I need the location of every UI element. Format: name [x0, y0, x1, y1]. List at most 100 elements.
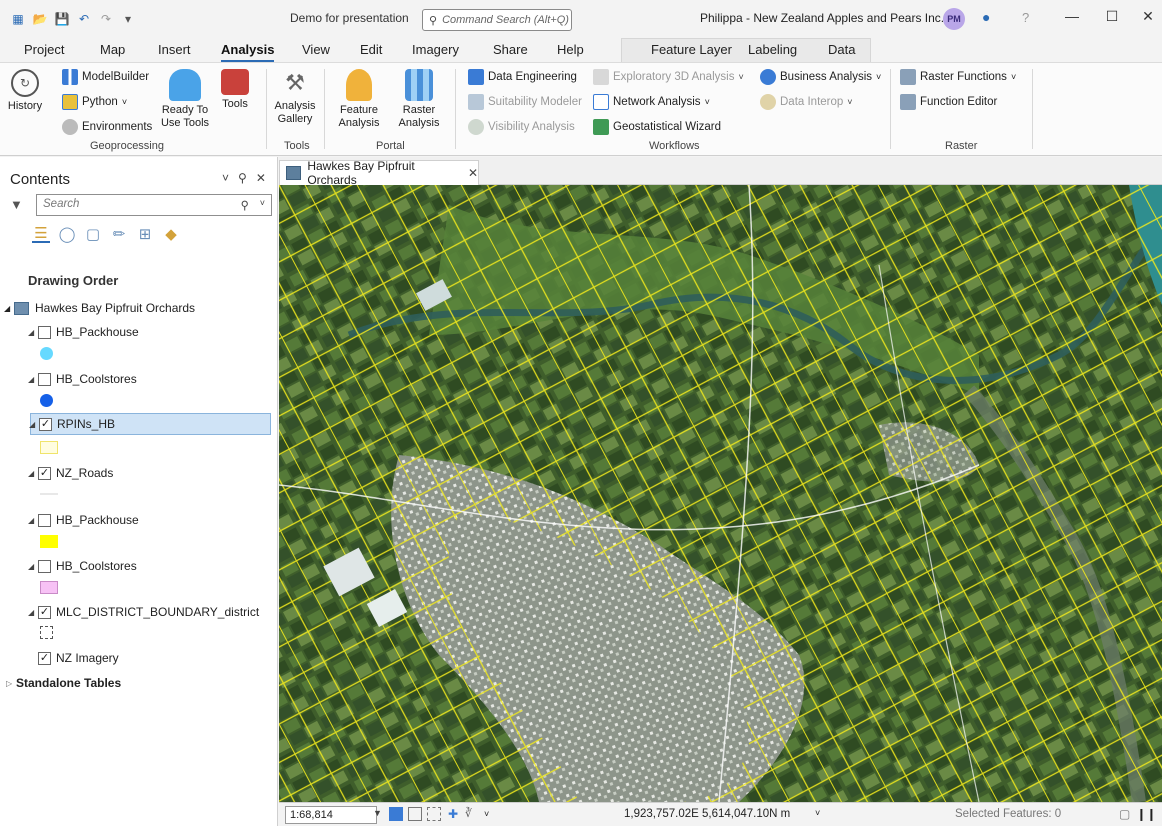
collapse-icon[interactable]: ◢	[28, 562, 38, 571]
raster-functions-button[interactable]: Raster Functions ˅	[900, 69, 1016, 85]
collapse-icon[interactable]: ◢	[28, 469, 38, 478]
point-symbol[interactable]	[40, 347, 53, 360]
collapse-icon[interactable]: ◢	[4, 304, 14, 313]
tab-imagery[interactable]: Imagery	[412, 42, 459, 62]
selected-features-count[interactable]: Selected Features: 0	[955, 808, 1061, 820]
visibility-analysis-button[interactable]: Visibility Analysis	[468, 119, 575, 135]
list-by-snapping-icon[interactable]: ⊞	[136, 225, 154, 243]
layer-row[interactable]: ◢ HB_Packhouse	[0, 509, 277, 531]
boundary-symbol[interactable]	[40, 626, 53, 639]
polygon-symbol[interactable]	[40, 581, 58, 594]
polygon-symbol[interactable]	[40, 535, 58, 548]
tab-edit[interactable]: Edit	[360, 42, 382, 62]
polygon-symbol[interactable]	[40, 441, 58, 454]
command-search-input[interactable]: ⚲ Command Search (Alt+Q)	[422, 9, 572, 31]
map-view[interactable]	[279, 185, 1162, 802]
collapse-icon[interactable]: ◢	[28, 328, 38, 337]
layer-row[interactable]: ◢ HB_Coolstores	[0, 555, 277, 577]
collapse-icon[interactable]: ◢	[28, 375, 38, 384]
network-analysis-button[interactable]: Network Analysis ˅	[593, 94, 710, 110]
tab-analysis[interactable]: Analysis	[221, 42, 275, 62]
new-project-icon[interactable]: ▦	[10, 11, 26, 27]
layer-visibility-checkbox[interactable]: ✓	[38, 651, 51, 665]
crosshair-icon[interactable]: ✚	[446, 807, 460, 821]
list-by-drawing-order-icon[interactable]: ☰	[32, 225, 50, 243]
tab-data[interactable]: Data	[828, 42, 855, 62]
help-button[interactable]: ?	[1022, 10, 1029, 25]
modelbuilder-button[interactable]: ModelBuilder	[62, 69, 149, 85]
layer-row[interactable]: ◢ ✓ MLC_DISTRICT_BOUNDARY_district	[0, 601, 277, 623]
collapse-icon[interactable]: ◢	[28, 516, 38, 525]
layer-row[interactable]: ◢ HB_Packhouse	[0, 321, 277, 343]
list-by-source-icon[interactable]: ◯	[58, 225, 76, 243]
customize-qat-icon[interactable]: ▾	[120, 11, 136, 27]
list-by-labeling-icon[interactable]: ◆	[162, 225, 180, 243]
business-analysis-button[interactable]: Business Analysis ˅	[760, 69, 881, 85]
grid-icon[interactable]	[408, 807, 422, 821]
ready-to-use-tools-button[interactable]: Ready To Use Tools	[160, 69, 210, 129]
close-window-button[interactable]: ✕	[1138, 8, 1158, 25]
chevron-down-icon[interactable]: ˅	[815, 808, 820, 818]
tab-project[interactable]: Project	[24, 42, 64, 62]
pin-icon[interactable]: ⚲	[238, 171, 247, 185]
layer-row[interactable]: ◢ HB_Coolstores	[0, 368, 277, 390]
exploratory-3d-button[interactable]: Exploratory 3D Analysis ˅	[593, 69, 744, 85]
contents-search-input[interactable]: Search ⚲ ˅	[36, 194, 272, 216]
satellite-map[interactable]	[279, 185, 1162, 802]
raster-analysis-button[interactable]: Raster Analysis	[392, 69, 446, 129]
data-engineering-button[interactable]: Data Engineering	[468, 69, 577, 85]
notification-icon[interactable]: ●	[982, 9, 990, 25]
layer-visibility-checkbox[interactable]	[38, 372, 51, 386]
constraints-icon[interactable]: ∛	[465, 807, 479, 821]
tab-share[interactable]: Share	[493, 42, 528, 62]
pane-options-icon[interactable]: ˅	[222, 171, 229, 185]
list-by-selection-icon[interactable]: ▢	[84, 225, 102, 243]
close-pane-icon[interactable]: ✕	[256, 171, 266, 185]
avatar[interactable]: PM	[943, 8, 965, 30]
tab-labeling[interactable]: Labeling	[748, 42, 797, 62]
python-button[interactable]: Python ˅	[62, 94, 127, 110]
point-symbol[interactable]	[40, 394, 53, 407]
fixed-zoom-icon[interactable]	[389, 807, 403, 821]
save-project-icon[interactable]: 💾	[54, 11, 70, 27]
refresh-icon[interactable]: ▢	[1119, 807, 1130, 821]
snapping-icon[interactable]	[427, 807, 441, 821]
line-symbol[interactable]	[40, 493, 58, 495]
map-root-item[interactable]: ◢ Hawkes Bay Pipfruit Orchards	[0, 297, 277, 319]
layer-visibility-checkbox[interactable]: ✓	[38, 605, 51, 619]
layer-row-selected[interactable]: ◢ ✓ RPINs_HB	[29, 413, 271, 435]
tab-insert[interactable]: Insert	[158, 42, 191, 62]
layer-visibility-checkbox[interactable]	[38, 559, 51, 573]
layer-visibility-checkbox[interactable]	[38, 325, 51, 339]
tab-view[interactable]: View	[302, 42, 330, 62]
map-tab[interactable]: Hawkes Bay Pipfruit Orchards ✕	[279, 159, 479, 187]
close-tab-icon[interactable]: ✕	[468, 166, 478, 180]
tools-button[interactable]: Tools	[217, 69, 253, 111]
layer-visibility-checkbox[interactable]: ✓	[39, 417, 52, 431]
redo-icon[interactable]: ↷	[98, 11, 114, 27]
environments-button[interactable]: Environments	[62, 119, 152, 135]
undo-icon[interactable]: ↶	[76, 11, 92, 27]
geostatistical-wizard-button[interactable]: Geostatistical Wizard	[593, 119, 721, 135]
collapse-icon[interactable]: ◢	[29, 420, 39, 429]
feature-analysis-button[interactable]: Feature Analysis	[332, 69, 386, 129]
pause-icon[interactable]: ❙❙	[1136, 807, 1156, 821]
layer-visibility-checkbox[interactable]	[38, 513, 51, 527]
tab-feature-layer[interactable]: Feature Layer	[651, 42, 732, 62]
layer-row[interactable]: ◢ ✓ NZ_Roads	[0, 462, 277, 484]
tab-map[interactable]: Map	[100, 42, 125, 62]
tab-help[interactable]: Help	[557, 42, 584, 62]
open-project-icon[interactable]: 📂	[32, 11, 48, 27]
scale-input[interactable]: 1:68,814	[285, 806, 377, 824]
analysis-gallery-button[interactable]: ⚒ Analysis Gallery	[272, 69, 318, 125]
standalone-tables-item[interactable]: ▷ Standalone Tables	[0, 672, 277, 694]
chevron-down-icon[interactable]: ▼	[373, 808, 382, 818]
suitability-modeler-button[interactable]: Suitability Modeler	[468, 94, 582, 110]
chevron-down-icon[interactable]: ˅	[484, 809, 489, 819]
expand-icon[interactable]: ▷	[6, 679, 16, 688]
filter-icon[interactable]: ▼	[10, 197, 23, 212]
minimize-button[interactable]: —	[1062, 8, 1082, 24]
layer-visibility-checkbox[interactable]: ✓	[38, 466, 51, 480]
data-interop-button[interactable]: Data Interop ˅	[760, 94, 853, 110]
function-editor-button[interactable]: Function Editor	[900, 94, 997, 110]
